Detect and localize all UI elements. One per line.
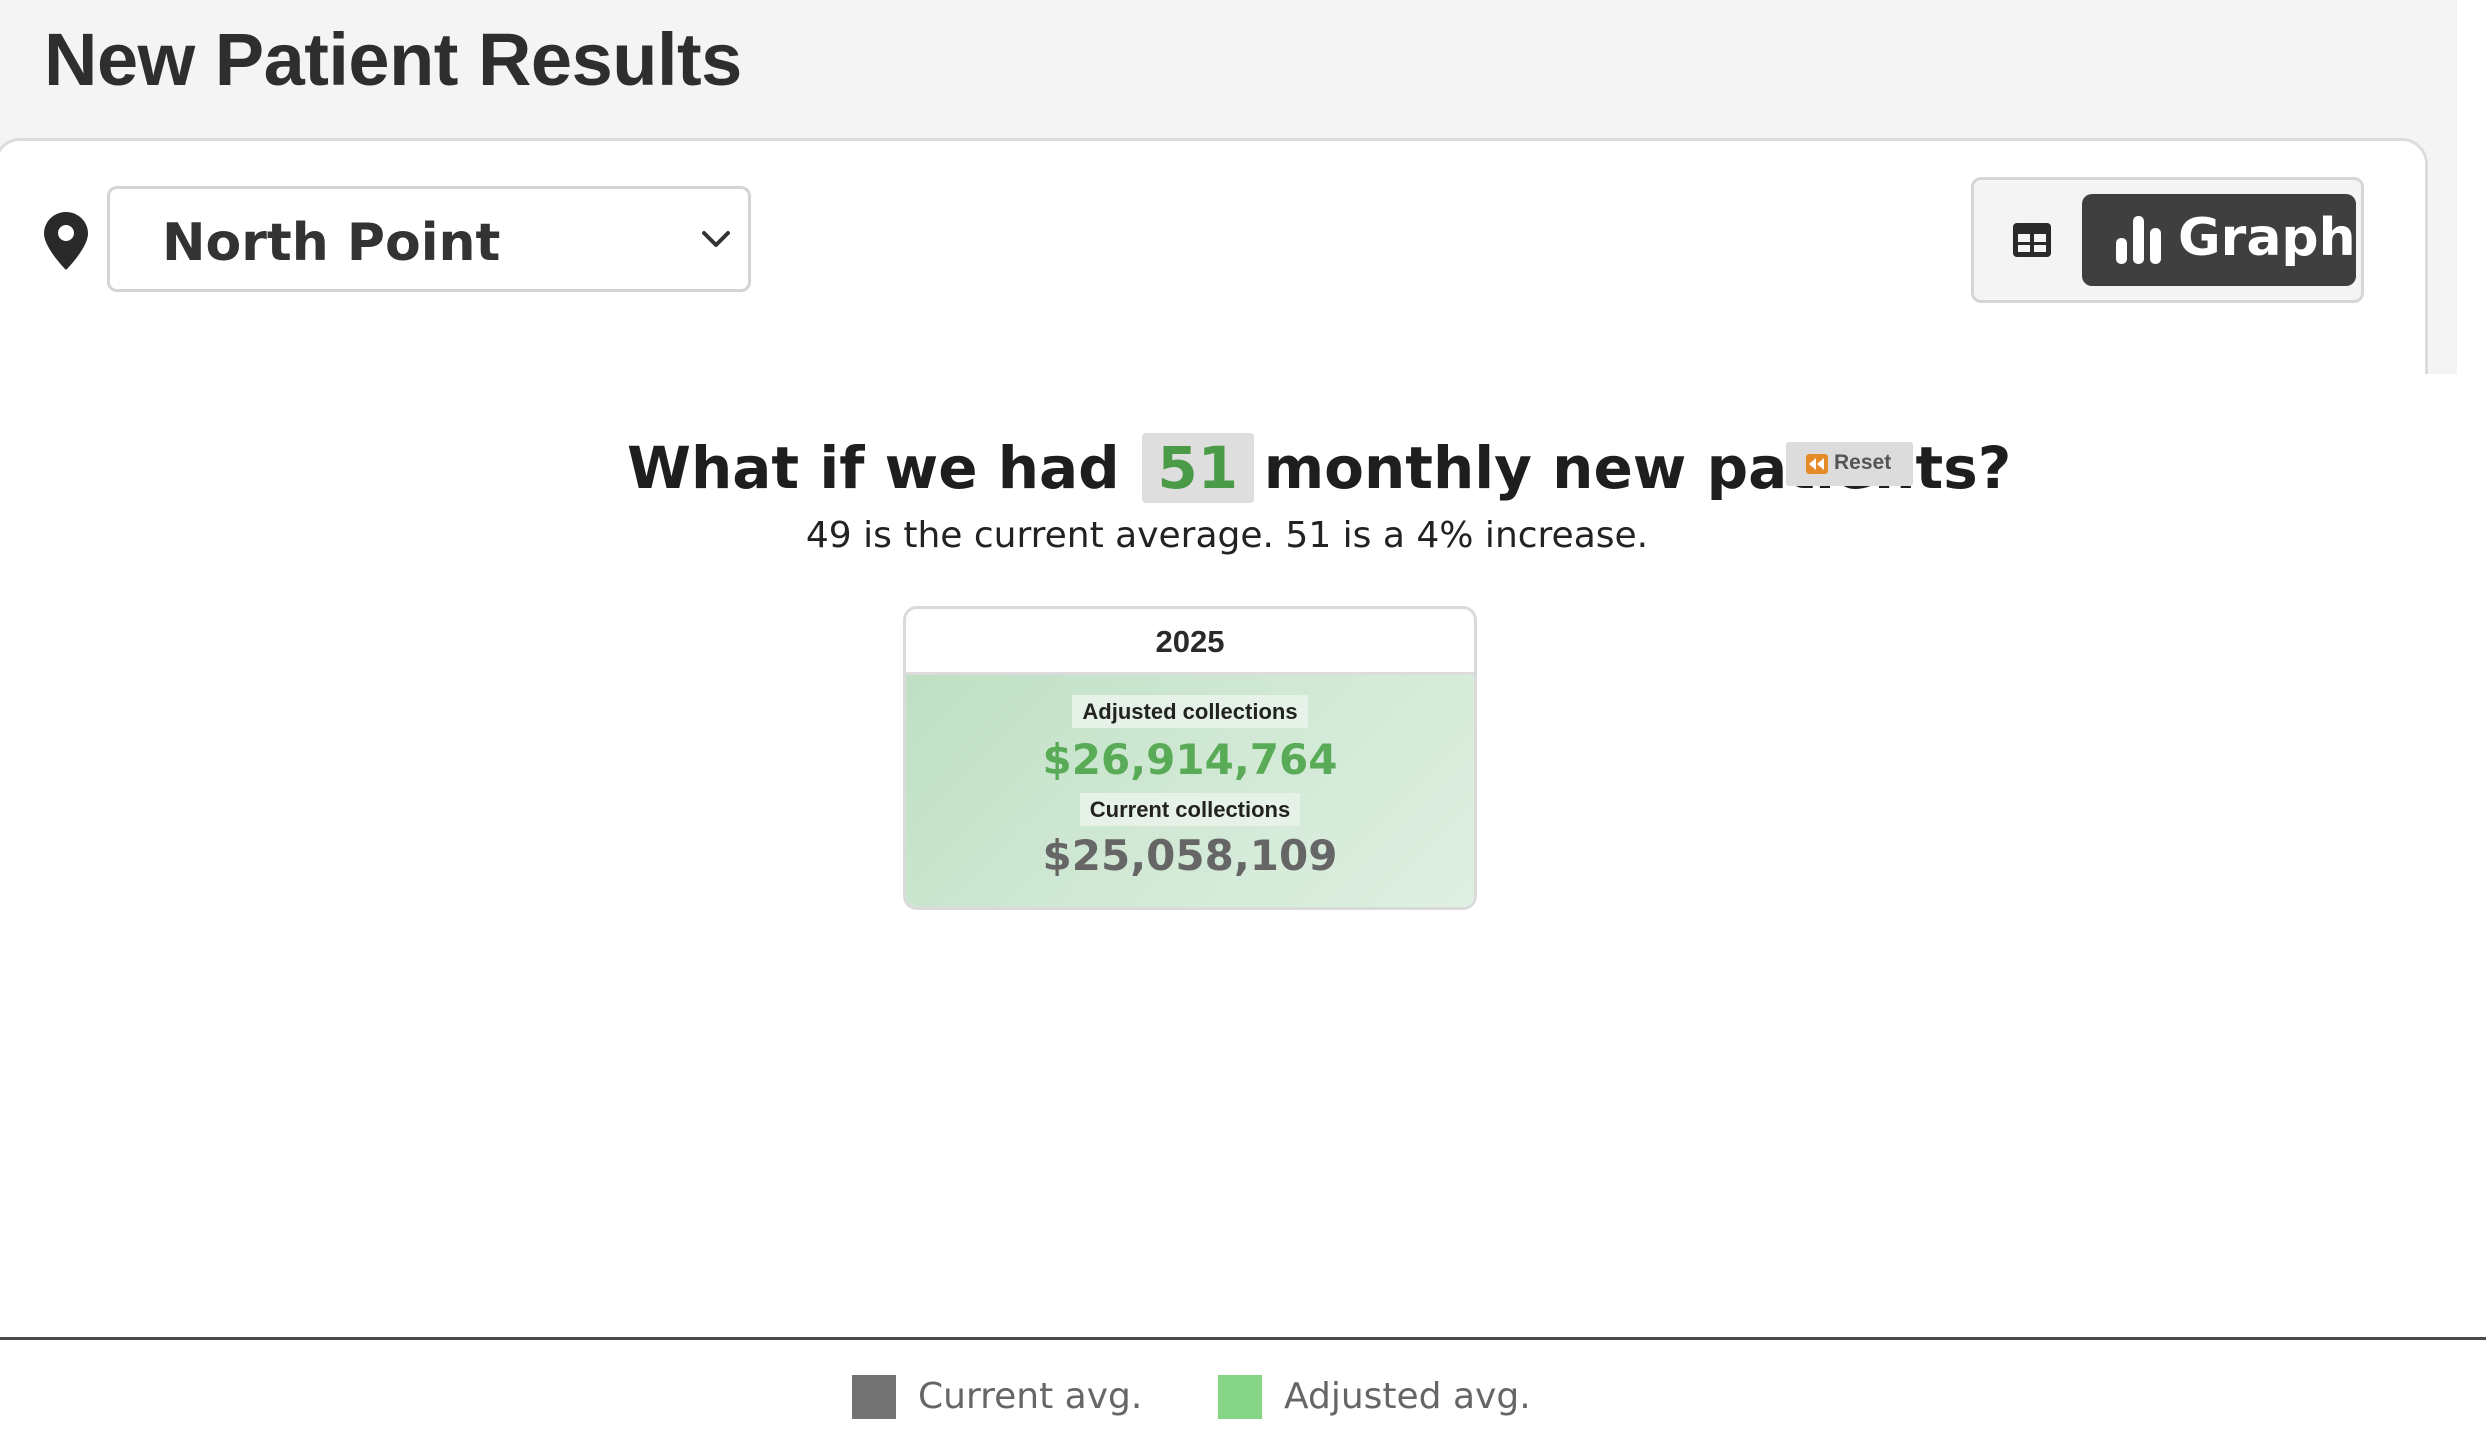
legend-adjusted-swatch [1218, 1375, 1262, 1419]
reset-button[interactable]: Reset [1786, 442, 1913, 486]
graph-view-label: Graph [2178, 208, 2356, 268]
legend-current-swatch [852, 1375, 896, 1419]
adjusted-collections-label: Adjusted collections [906, 695, 1474, 728]
question-prefix: What if we had [627, 433, 1120, 502]
card-year: 2025 [906, 609, 1474, 675]
location-select[interactable]: North Point [107, 186, 751, 292]
rewind-icon [1806, 454, 1828, 474]
location-select-value: North Point [162, 213, 501, 273]
reset-label: Reset [1834, 451, 1892, 474]
scenario-summary: 49 is the current average. 51 is a 4% in… [0, 515, 2486, 556]
bar-chart-icon [2116, 216, 2161, 264]
collections-card: 2025 Adjusted collections $26,914,764 Cu… [903, 606, 1477, 910]
chevron-down-icon [702, 231, 730, 247]
current-collections-value: $25,058,109 [1042, 831, 1338, 880]
card-body: Adjusted collections $26,914,764 Current… [906, 675, 1474, 907]
chart-baseline [0, 1337, 2486, 1340]
graph-view-button[interactable]: Graph [2082, 194, 2356, 286]
legend-current-label: Current avg. [918, 1376, 1143, 1417]
new-patients-input[interactable] [1141, 432, 1254, 503]
legend-adjusted-label: Adjusted avg. [1284, 1376, 1531, 1417]
table-icon [2013, 223, 2051, 257]
adjusted-collections-value: $26,914,764 [1042, 735, 1338, 784]
map-pin-icon [44, 212, 88, 270]
view-toggle: Graph [1971, 177, 2364, 303]
table-view-button[interactable] [1994, 196, 2074, 284]
current-collections-label: Current collections [906, 793, 1474, 826]
page-title: New Patient Results [44, 18, 742, 101]
summary-text: 49 is the current average. 51 is a 4% in… [805, 515, 1649, 556]
